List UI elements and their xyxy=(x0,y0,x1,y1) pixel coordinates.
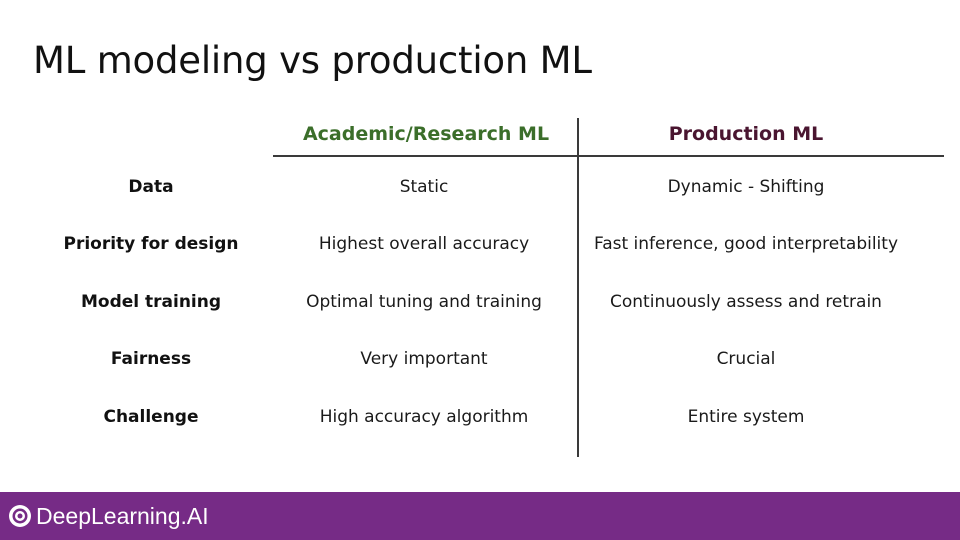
table-row-fairness: Fairness Very important Crucial xyxy=(0,344,960,374)
production-cell: Continuously assess and retrain xyxy=(610,292,882,312)
production-cell: Fast inference, good interpretability xyxy=(594,234,898,254)
production-cell: Crucial xyxy=(716,349,776,369)
slide-title: ML modeling vs production ML xyxy=(33,39,592,82)
academic-cell: Static xyxy=(399,177,449,197)
row-label: Model training xyxy=(80,292,222,312)
column-header-production: Production ML xyxy=(668,123,824,145)
brand-name: DeepLearning.AI xyxy=(36,503,209,529)
footer-bar: DeepLearning.AI xyxy=(0,492,960,540)
academic-cell: Very important xyxy=(360,349,488,369)
academic-cell: Highest overall accuracy xyxy=(318,234,530,254)
academic-cell: Optimal tuning and training xyxy=(306,292,542,312)
production-cell: Dynamic - Shifting xyxy=(667,177,825,197)
row-label: Priority for design xyxy=(63,234,239,254)
row-label: Data xyxy=(128,177,174,197)
academic-cell: High accuracy algorithm xyxy=(319,407,529,427)
row-label: Fairness xyxy=(110,349,192,369)
header-divider-line xyxy=(273,155,944,157)
table-row-data: Data Static Dynamic - Shifting xyxy=(0,172,960,202)
deeplearning-ai-logo: DeepLearning.AI xyxy=(8,502,209,530)
production-cell: Entire system xyxy=(687,407,805,427)
table-row-challenge: Challenge High accuracy algorithm Entire… xyxy=(0,402,960,432)
table-row-model-training: Model training Optimal tuning and traini… xyxy=(0,287,960,317)
row-label: Challenge xyxy=(103,407,199,427)
table-row-priority-for-design: Priority for design Highest overall accu… xyxy=(0,229,960,259)
column-header-academic: Academic/Research ML xyxy=(302,123,550,145)
deeplearning-ai-logo-icon xyxy=(8,504,32,528)
